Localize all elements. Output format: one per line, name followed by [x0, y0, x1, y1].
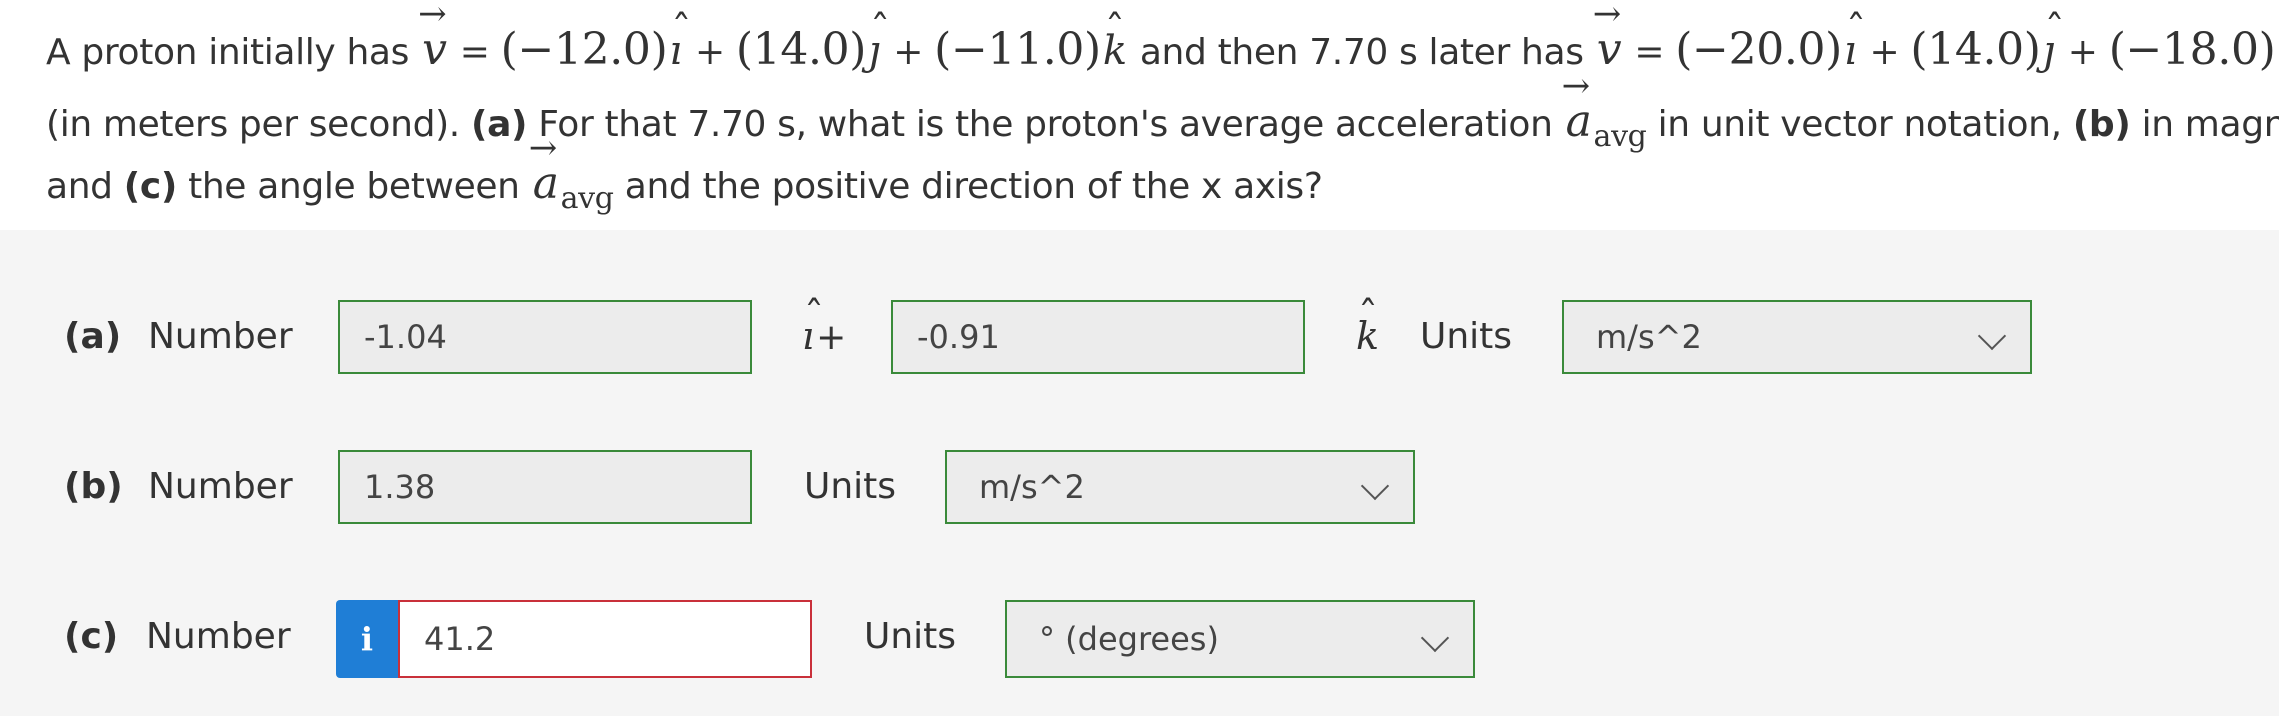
part-c-value: 41.2: [424, 620, 496, 658]
question-line-1: A proton initially has v = (−12.0)ı + (1…: [46, 0, 2279, 75]
question-text: and: [46, 166, 113, 207]
number-label: Number: [146, 616, 291, 657]
k-hat-symbol: k: [1101, 8, 1129, 74]
answer-area: (a) Number -1.04 ı+ -0.91 k Units m/s^2 …: [0, 230, 2279, 716]
part-c-units-value: ° (degrees): [1039, 620, 1219, 658]
part-c-marker: (c): [123, 166, 178, 207]
part-b-value: 1.38: [364, 468, 436, 506]
k-hat-label: k: [1354, 294, 1381, 358]
velocity-vector-symbol: v: [418, 0, 449, 75]
i-hat-symbol: ı: [1842, 8, 1866, 74]
number-label: Number: [148, 466, 293, 507]
acceleration-vector-symbol: a: [1562, 66, 1594, 147]
final-i-component: (−20.0): [1675, 24, 1842, 75]
question-text: (in meters per second).: [46, 104, 460, 145]
acceleration-vector-symbol: a: [529, 128, 561, 209]
k-hat-symbol: k: [2275, 28, 2279, 74]
plus-sign: +: [694, 32, 725, 73]
info-icon[interactable]: i: [336, 600, 398, 678]
i-hat-plus-label: ı+: [800, 294, 846, 358]
info-glyph: i: [360, 620, 374, 658]
question-text: in unit vector notation,: [1657, 104, 2062, 145]
initial-j-component: (14.0): [735, 24, 867, 75]
question-text: and the positive direction of the x axis…: [624, 166, 1323, 207]
part-a-units-value: m/s^2: [1596, 318, 1702, 356]
plus-sign: +: [893, 32, 924, 73]
part-b-units-value: m/s^2: [979, 468, 1085, 506]
j-hat-symbol: ȷ: [2041, 8, 2065, 74]
question-panel: A proton initially has v = (−12.0)ı + (1…: [0, 0, 2279, 230]
chevron-down-icon: [1420, 623, 1450, 653]
initial-k-component: (−11.0): [934, 24, 1101, 75]
velocity-vector-symbol: v: [1593, 0, 1624, 75]
part-a-k-input[interactable]: -0.91: [891, 300, 1305, 374]
part-b-units-select[interactable]: m/s^2: [945, 450, 1415, 524]
part-c-label: (c): [64, 616, 119, 657]
units-label: Units: [864, 616, 957, 657]
part-c-input[interactable]: 41.2: [398, 600, 812, 678]
i-hat-symbol: ı: [800, 294, 824, 358]
part-a-units-select[interactable]: m/s^2: [1562, 300, 2032, 374]
part-a-label: (a): [64, 316, 122, 357]
question-line-2: (in meters per second). (a) For that 7.7…: [46, 66, 2279, 154]
part-a-i-input[interactable]: -1.04: [338, 300, 752, 374]
j-hat-symbol: ȷ: [866, 8, 890, 74]
avg-subscript: avg: [560, 181, 614, 216]
units-label: Units: [804, 466, 897, 507]
part-c-units-select[interactable]: ° (degrees): [1005, 600, 1475, 678]
equals-sign: =: [459, 32, 490, 73]
part-b-input[interactable]: 1.38: [338, 450, 752, 524]
final-j-component: (14.0): [1910, 24, 2041, 75]
part-b-label: (b): [64, 466, 123, 507]
number-label: Number: [148, 316, 293, 357]
question-text: and then 7.70 s later has: [1139, 32, 1584, 73]
question-text: A proton initially has: [46, 32, 410, 73]
question-line-3: and (c) the angle between aavg and the p…: [46, 128, 1323, 216]
part-a-k-value: -0.91: [917, 318, 1000, 356]
initial-i-component: (−12.0): [500, 24, 668, 75]
part-a-i-value: -1.04: [364, 318, 447, 356]
chevron-down-icon: [1977, 321, 2007, 351]
question-text: For that 7.70 s, what is the proton's av…: [538, 104, 1553, 145]
part-a-marker: (a): [470, 104, 528, 145]
plus-sign: +: [2067, 32, 2098, 73]
question-text: the angle between: [188, 166, 520, 207]
question-text: in magnitude,: [2141, 104, 2279, 145]
plus-sign: +: [1869, 32, 1900, 73]
avg-subscript: avg: [1593, 119, 1647, 154]
units-label: Units: [1420, 316, 1513, 357]
chevron-down-icon: [1360, 471, 1390, 501]
equals-sign: =: [1634, 32, 1665, 73]
final-k-component: (−18.0): [2108, 24, 2276, 75]
part-b-marker: (b): [2072, 104, 2131, 145]
k-hat-symbol: k: [1354, 294, 1381, 358]
i-hat-symbol: ı: [667, 8, 691, 74]
